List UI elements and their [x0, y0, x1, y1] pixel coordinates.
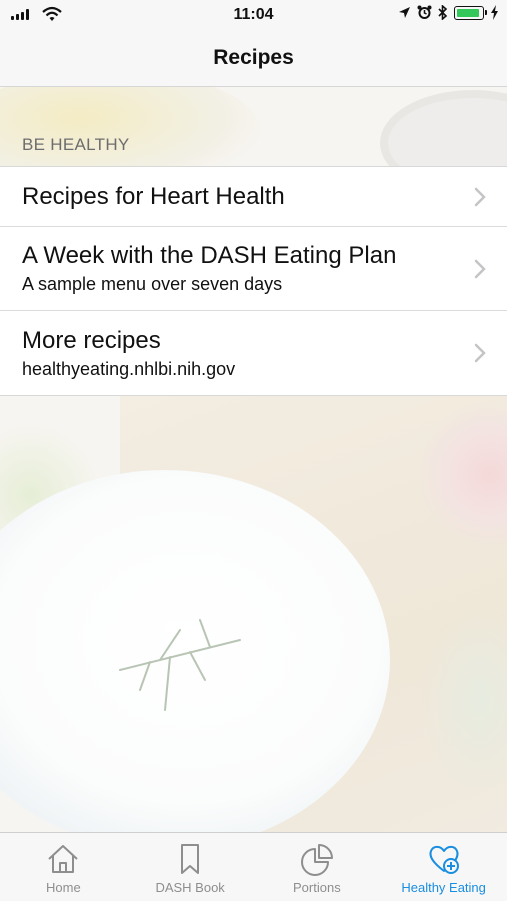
list-item-dash-week[interactable]: A Week with the DASH Eating Plan A sampl…: [0, 227, 507, 311]
list-item-subtitle: A sample menu over seven days: [22, 274, 283, 294]
tab-dash-book[interactable]: DASH Book: [127, 833, 254, 901]
navigation-bar: Recipes: [0, 30, 507, 87]
chevron-right-icon: [474, 343, 486, 363]
list-item-subtitle: healthyeating.nhlbi.nih.gov: [22, 358, 236, 379]
bluetooth-icon: [438, 5, 448, 20]
heart-plus-icon: [429, 845, 459, 874]
home-icon: [48, 845, 79, 873]
tab-label: Home: [46, 880, 81, 895]
tab-healthy-eating[interactable]: Healthy Eating: [380, 833, 507, 901]
charging-icon: [491, 5, 498, 20]
pie-chart-icon: [300, 844, 333, 876]
list-item-label: A Week with the DASH Eating Plan: [22, 242, 397, 269]
section-header: BE HEALTHY: [22, 135, 130, 154]
tab-portions[interactable]: Portions: [254, 833, 381, 901]
list-item-recipes-heart-health[interactable]: Recipes for Heart Health: [0, 167, 507, 227]
location-icon: [399, 7, 410, 18]
dill-sprig: [119, 619, 241, 711]
bookmark-icon: [181, 844, 200, 874]
tab-label: Healthy Eating: [401, 880, 486, 895]
chevron-right-icon: [474, 259, 486, 278]
recipe-list: Recipes for Heart Health A Week with the…: [0, 166, 507, 396]
tab-label: DASH Book: [155, 880, 225, 895]
battery-icon: [454, 5, 487, 20]
status-bar: 11:04: [0, 0, 507, 30]
list-item-more-recipes[interactable]: More recipes healthyeating.nhlbi.nih.gov: [0, 311, 507, 395]
chevron-right-icon: [474, 187, 486, 206]
list-item-label: More recipes: [22, 326, 161, 354]
alarm-icon: [417, 5, 432, 19]
tab-bar: Home DASH Book Portions Healthy Eating: [0, 832, 507, 901]
tab-label: Portions: [293, 880, 341, 895]
tab-home[interactable]: Home: [0, 833, 127, 901]
page-title: Recipes: [213, 46, 294, 69]
list-item-label: Recipes for Heart Health: [22, 182, 285, 210]
